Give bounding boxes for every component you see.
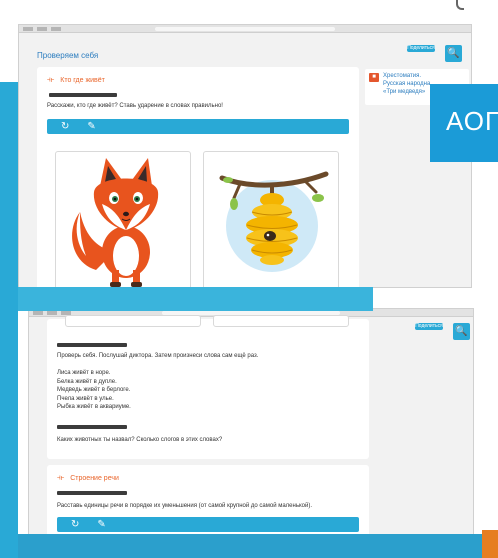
refresh-icon[interactable]: ↻ [61, 119, 69, 134]
aol-label: АОП [446, 106, 498, 136]
aol-label-box: АОП [430, 84, 498, 162]
edit-icon[interactable]: ✎ [87, 119, 95, 134]
audio-player[interactable] [57, 491, 127, 495]
exercise-toolbar: ↻ ✎ [47, 119, 349, 134]
page-title: Проверяем себя [37, 51, 99, 60]
book-icon: ■ [369, 73, 379, 82]
fox-illustration [72, 158, 159, 287]
image-card-fox-bottom[interactable] [65, 315, 201, 327]
edit-icon[interactable]: ✎ [97, 517, 105, 532]
orange-corner-decoration [482, 530, 498, 558]
section-title: Кто где живёт [60, 76, 105, 84]
instruction-text: Расскажи, кто где живёт? Ставь ударение … [47, 103, 223, 109]
sentence: Пчела живёт в улье. [57, 395, 114, 402]
section-header: ⟛ Строение речи [57, 473, 119, 483]
screenshot-top: Проверяем себя Поделиться 🔍 ⟛ Кто где жи… [18, 24, 472, 288]
instruction-text: Проверь себя. Послушай диктора. Затем пр… [57, 353, 259, 359]
audio-player-2[interactable] [57, 425, 127, 429]
decorative-bar-bottom [18, 534, 498, 558]
decorative-bar-left [0, 82, 18, 558]
instruction-text: Расставь единицы речи в порядке их умень… [57, 503, 312, 509]
exercise-toolbar: ↻ ✎ [57, 517, 359, 532]
exercise-card-2: ⟛ Строение речи Расставь единицы речи в … [47, 465, 369, 541]
question-text: Каких животных ты назвал? Сколько слогов… [57, 437, 223, 443]
sentence: Медведь живёт в берлоге. [57, 387, 131, 393]
share-button[interactable]: Поделиться [407, 45, 435, 52]
key-icon: 🔍 [455, 326, 468, 337]
side-line-1[interactable]: Хрестоматия. [383, 72, 467, 80]
sentence: Лиса живёт в норе. [57, 370, 111, 376]
exercise-card: ⟛ Кто где живёт Расскажи, кто где живёт?… [37, 67, 359, 287]
sentence-list: Лиса живёт в норе. Белка живёт в дупле. … [57, 369, 131, 412]
key-button[interactable]: 🔍 [453, 323, 470, 340]
key-button[interactable]: 🔍 [445, 45, 462, 62]
audio-player[interactable] [49, 93, 117, 97]
exercise-card: Проверь себя. Послушай диктора. Затем пр… [47, 315, 369, 459]
screenshot-bottom: Поделиться 🔍 Проверь себя. Послушай дикт… [28, 308, 474, 542]
sentence: Белка живёт в дупле. [57, 378, 117, 385]
dumbbell-icon: ⟛ [57, 473, 65, 482]
key-icon: 🔍 [447, 48, 460, 59]
browser-chrome [19, 25, 471, 33]
image-card-fox[interactable] [55, 151, 191, 287]
share-button[interactable]: Поделиться [415, 323, 443, 330]
image-card-beehive[interactable] [203, 151, 339, 287]
browser-tabs [23, 27, 63, 31]
scrollbar-thumb[interactable] [473, 489, 474, 501]
sentence: Рыбка живёт в аквариуме. [57, 404, 131, 410]
image-card-beehive-bottom[interactable] [213, 315, 349, 327]
refresh-icon[interactable]: ↻ [71, 517, 79, 532]
top-curl-decoration [456, 0, 464, 10]
decorative-bar-middle [18, 287, 373, 311]
beehive-illustration [219, 171, 329, 272]
address-bar[interactable] [154, 27, 336, 31]
dumbbell-icon: ⟛ [47, 75, 55, 84]
section-title: Строение речи [70, 474, 119, 482]
section-header: ⟛ Кто где живёт [47, 75, 105, 85]
audio-player[interactable] [57, 343, 127, 347]
